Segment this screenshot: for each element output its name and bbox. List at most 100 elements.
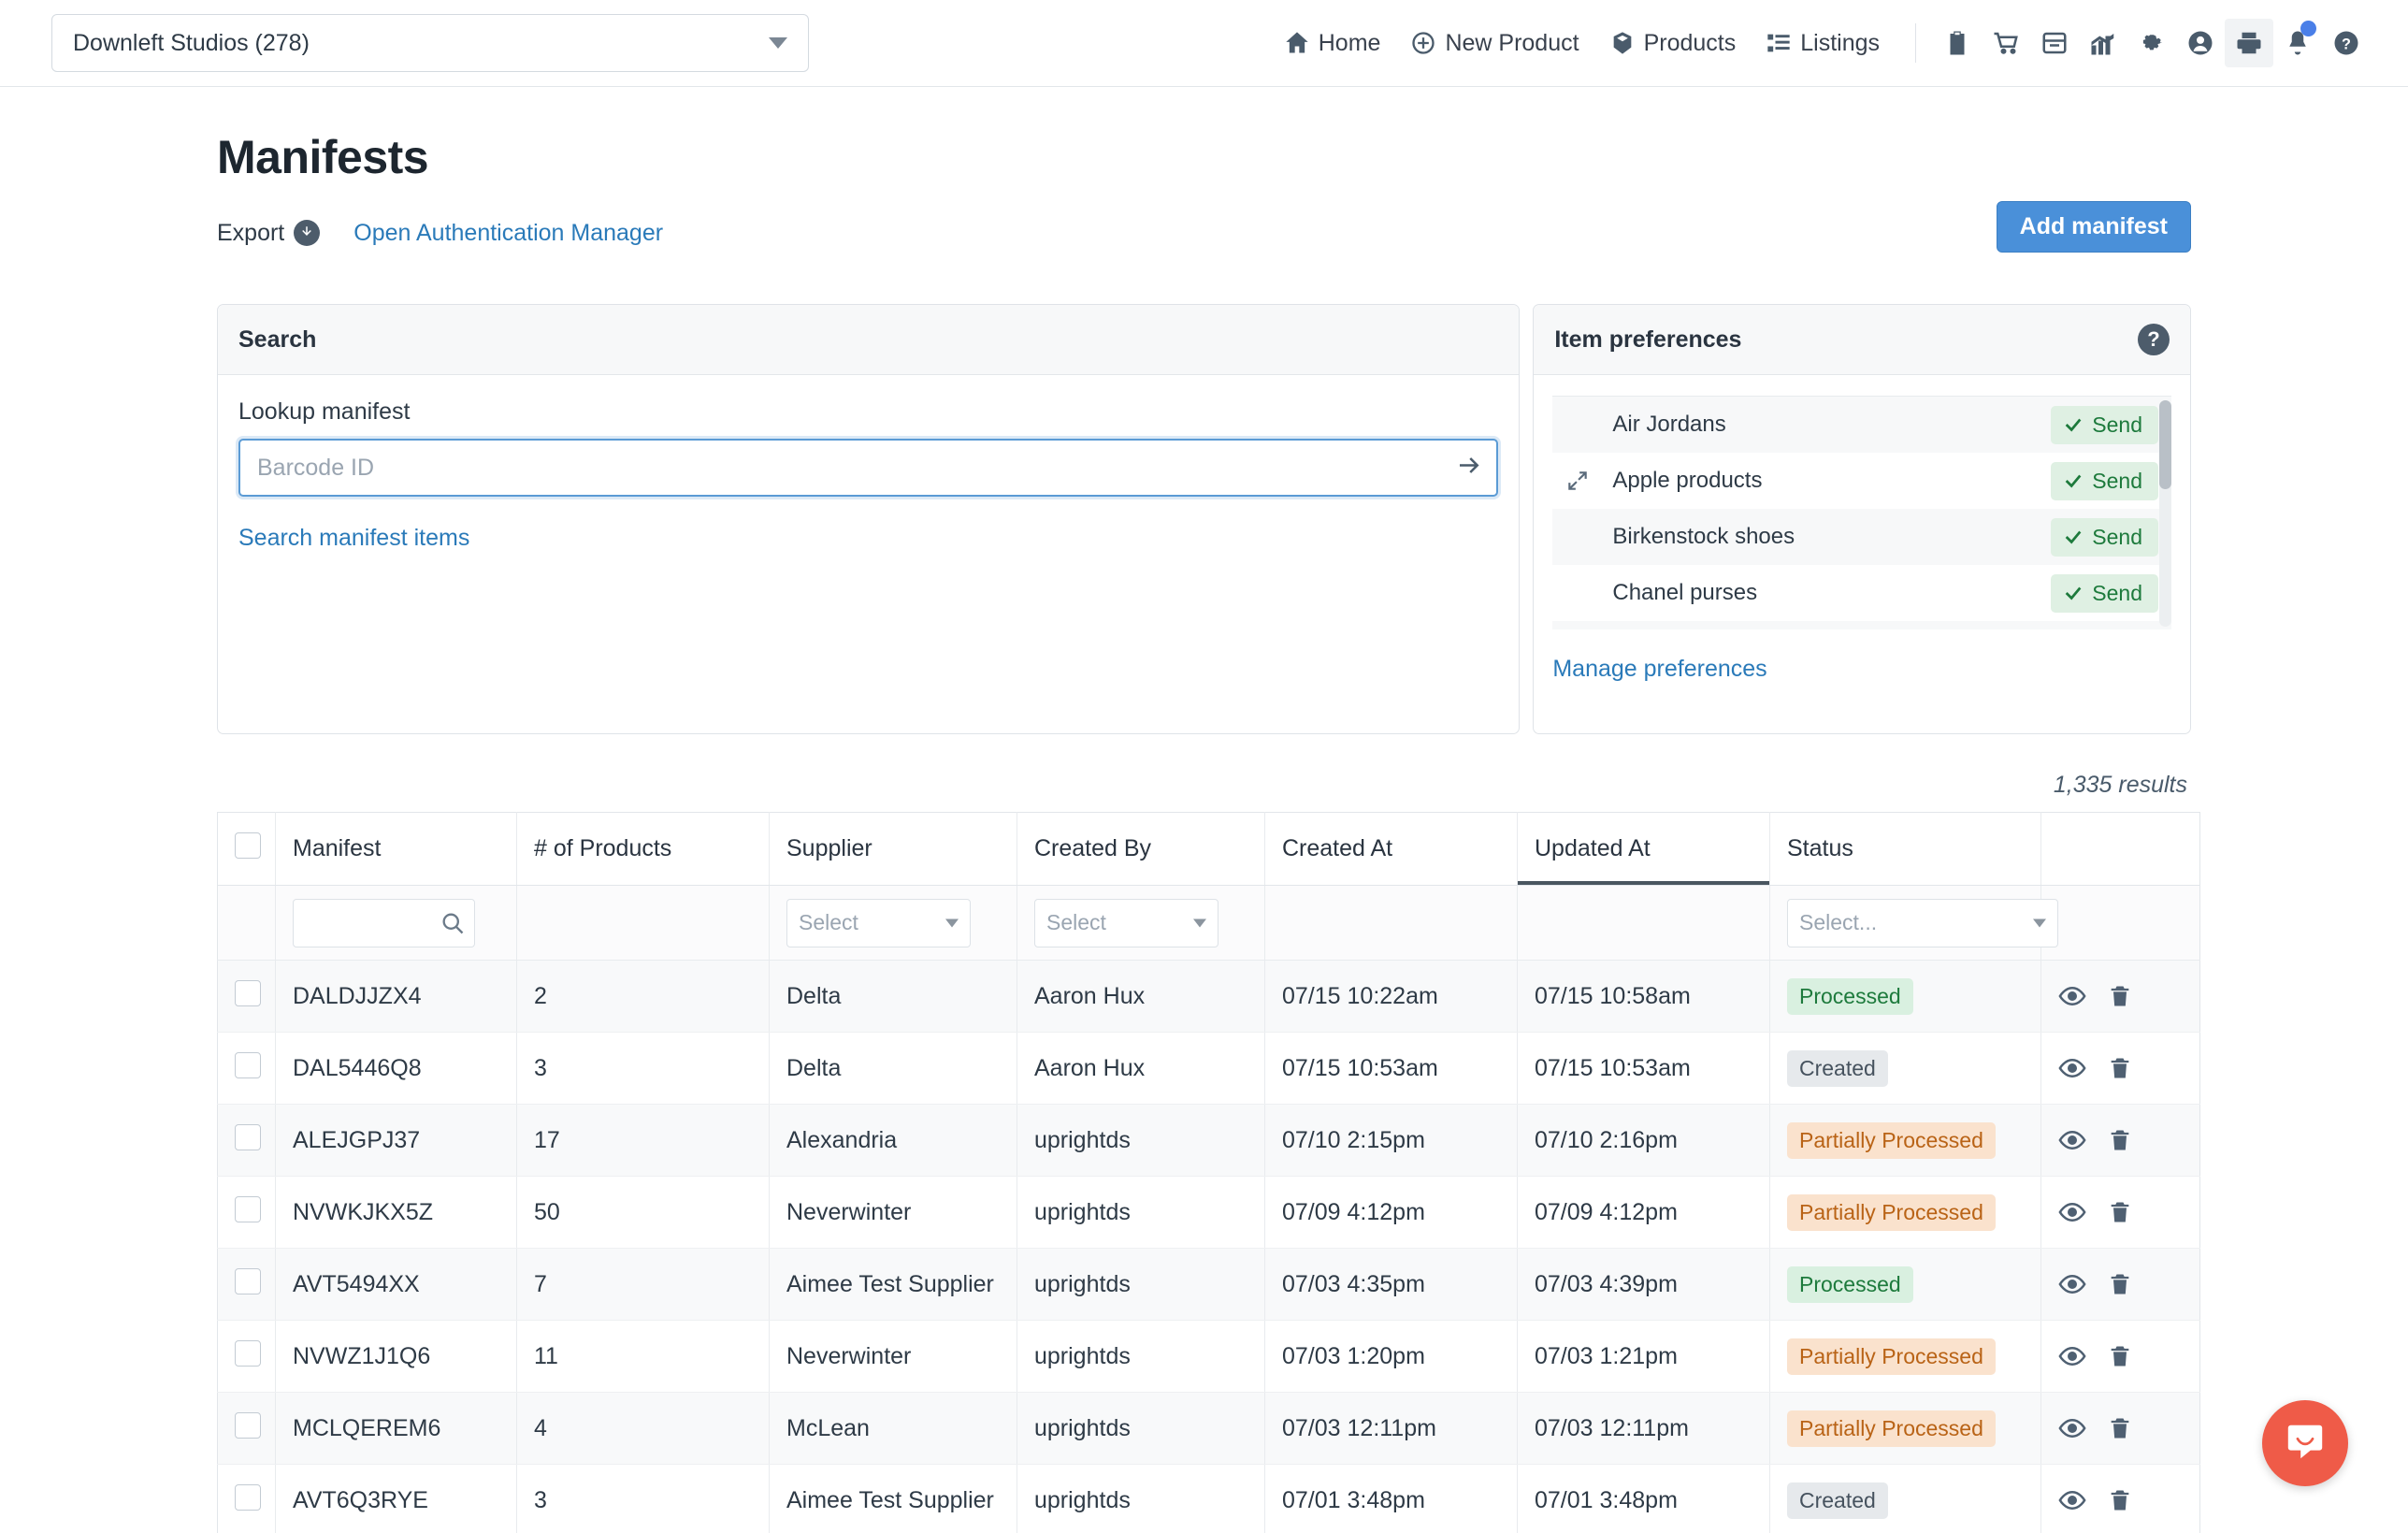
filter-cell-created-at [1264, 885, 1518, 961]
delete-icon[interactable] [2107, 1127, 2133, 1153]
supplier-filter-select[interactable]: Select [786, 898, 971, 947]
search-manifest-items-link[interactable]: Search manifest items [238, 525, 469, 552]
list-item[interactable]: Air Jordans Send [1552, 397, 2171, 453]
delete-icon[interactable] [2107, 1415, 2133, 1441]
column-header-supplier[interactable]: Supplier [769, 812, 1017, 886]
column-header-actions [2040, 812, 2200, 886]
delete-icon[interactable] [2107, 1271, 2133, 1297]
list-item[interactable]: Birkenstock shoes Send [1552, 509, 2171, 565]
submit-arrow-icon[interactable] [1455, 452, 1483, 484]
gear-icon[interactable] [2127, 19, 2176, 67]
row-checkbox[interactable] [235, 1195, 261, 1222]
table-row[interactable]: DAL5446Q8 3 Delta Aaron Hux 07/15 10:53a… [217, 1032, 2200, 1105]
view-icon[interactable] [2058, 1486, 2086, 1514]
row-checkbox[interactable] [235, 1339, 261, 1367]
nav-item-new-product[interactable]: New Product [1395, 30, 1593, 57]
column-header-updated-at[interactable]: Updated At [1517, 812, 1770, 886]
delete-icon[interactable] [2107, 1055, 2133, 1081]
status-filter-select[interactable]: Select... [1787, 898, 2058, 947]
row-select-cell [217, 1104, 276, 1177]
status-badge: Processed [1787, 977, 1913, 1015]
inbox-icon[interactable] [2030, 19, 2079, 67]
analytics-icon[interactable] [2079, 19, 2127, 67]
column-header-created-by[interactable]: Created By [1017, 812, 1265, 886]
cell-created-at: 07/03 12:11pm [1264, 1392, 1518, 1465]
home-icon [1284, 30, 1310, 56]
barcode-input-wrapper [238, 439, 1499, 497]
row-checkbox[interactable] [235, 979, 261, 1006]
row-checkbox[interactable] [235, 1051, 261, 1078]
table-row[interactable]: NVWKJKX5Z 50 Neverwinter uprightds 07/09… [217, 1176, 2200, 1249]
chat-launcher-button[interactable] [2262, 1400, 2348, 1486]
filter-cell-products [516, 885, 770, 961]
table-row[interactable]: NVWZ1J1Q6 11 Neverwinter uprightds 07/03… [217, 1320, 2200, 1393]
column-header-products[interactable]: # of Products [516, 812, 770, 886]
view-icon[interactable] [2058, 1054, 2086, 1082]
view-icon[interactable] [2058, 1270, 2086, 1298]
nav-item-home[interactable]: Home [1269, 30, 1396, 57]
table-row[interactable]: ALEJGPJ37 17 Alexandria uprightds 07/10 … [217, 1104, 2200, 1177]
delete-icon[interactable] [2107, 1199, 2133, 1225]
column-header-manifest[interactable]: Manifest [275, 812, 517, 886]
nav-item-products[interactable]: Products [1594, 30, 1752, 57]
shopping-cart-icon[interactable] [1982, 19, 2030, 67]
view-icon[interactable] [2058, 1198, 2086, 1226]
status-badge: Partially Processed [1787, 1338, 1996, 1375]
delete-icon[interactable] [2107, 1343, 2133, 1369]
help-circle-icon[interactable]: ? [2138, 324, 2170, 355]
send-toggle[interactable]: Send [2051, 573, 2158, 613]
item-preferences-list[interactable]: Air Jordans Send Apple products Send Bir… [1552, 396, 2171, 629]
organization-select[interactable]: Downleft Studios (278) [51, 14, 809, 72]
created-by-filter-select[interactable]: Select [1034, 898, 1218, 947]
send-toggle[interactable]: Send [2051, 405, 2158, 444]
list-item[interactable]: Apple products Send [1552, 453, 2171, 509]
cell-created-at: 07/03 1:20pm [1264, 1320, 1518, 1393]
nav-item-new-product-label: New Product [1445, 29, 1579, 56]
table-row[interactable]: DALDJJZX4 2 Delta Aaron Hux 07/15 10:22a… [217, 960, 2200, 1033]
column-header-created-at[interactable]: Created At [1264, 812, 1518, 886]
cell-actions [2040, 960, 2200, 1033]
delete-icon[interactable] [2107, 983, 2133, 1009]
view-icon[interactable] [2058, 1342, 2086, 1370]
row-checkbox[interactable] [235, 1411, 261, 1439]
search-panel: Search Lookup manifest Search manifest i… [217, 304, 1521, 734]
cell-status: Partially Processed [1769, 1104, 2041, 1177]
row-checkbox[interactable] [235, 1267, 261, 1294]
barcode-input[interactable] [238, 439, 1499, 497]
list-item-label: Apple products [1612, 468, 1763, 493]
row-checkbox[interactable] [235, 1483, 261, 1511]
row-checkbox[interactable] [235, 1123, 261, 1150]
add-manifest-button[interactable]: Add manifest [1996, 201, 2191, 253]
send-toggle[interactable]: Send [2051, 461, 2158, 500]
cell-manifest: AVT6Q3RYE [275, 1464, 517, 1533]
open-authentication-manager-link[interactable]: Open Authentication Manager [353, 220, 663, 247]
bell-icon[interactable] [2273, 19, 2322, 67]
printer-icon[interactable] [2225, 19, 2273, 67]
help-circle-icon[interactable]: ? [2322, 19, 2371, 67]
preferences-scrollbar[interactable] [2159, 400, 2171, 627]
download-icon[interactable] [294, 220, 321, 246]
delete-icon[interactable] [2107, 1487, 2133, 1513]
send-toggle[interactable]: Send [2051, 517, 2158, 557]
table-row[interactable]: MCLQEREM6 4 McLean uprightds 07/03 12:11… [217, 1392, 2200, 1465]
clipboard-icon[interactable] [1933, 19, 1982, 67]
expand-arrows-icon[interactable] [1565, 469, 1605, 493]
manage-preferences-link[interactable]: Manage preferences [1552, 656, 2190, 683]
view-icon[interactable] [2058, 1414, 2086, 1442]
cell-products: 50 [516, 1176, 770, 1249]
cell-products: 3 [516, 1464, 770, 1533]
cell-manifest: DALDJJZX4 [275, 960, 517, 1033]
table-row[interactable]: AVT5494XX 7 Aimee Test Supplier uprightd… [217, 1248, 2200, 1321]
nav-item-listings[interactable]: Listings [1751, 30, 1895, 57]
view-icon[interactable] [2058, 1126, 2086, 1154]
list-item[interactable]: Chanel purses Send [1552, 565, 2171, 621]
select-all-checkbox[interactable] [235, 832, 261, 859]
nav-item-home-label: Home [1318, 29, 1381, 56]
table-row[interactable]: AVT6Q3RYE 3 Aimee Test Supplier uprightd… [217, 1464, 2200, 1533]
user-circle-icon[interactable] [2176, 19, 2225, 67]
row-select-cell [217, 1464, 276, 1533]
nav-item-products-label: Products [1643, 29, 1737, 56]
view-icon[interactable] [2058, 982, 2086, 1010]
column-header-status[interactable]: Status [1769, 812, 2041, 886]
list-item[interactable]: Magic The Gathering, Yu-Gi-Oh Send [1552, 621, 2171, 629]
